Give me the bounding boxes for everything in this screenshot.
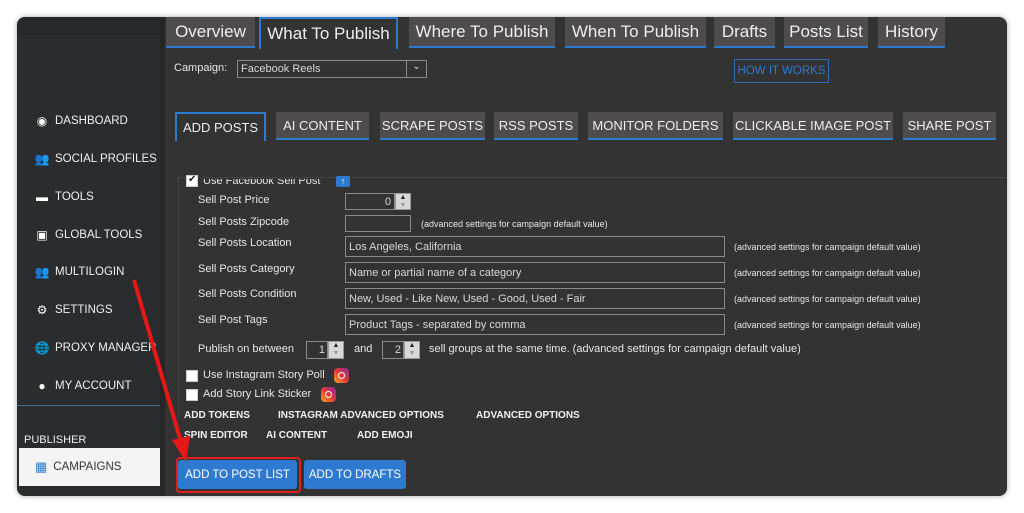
red-arrow-annotation <box>132 279 190 462</box>
arrow-shaft <box>132 279 183 443</box>
arrow-head <box>172 436 190 462</box>
